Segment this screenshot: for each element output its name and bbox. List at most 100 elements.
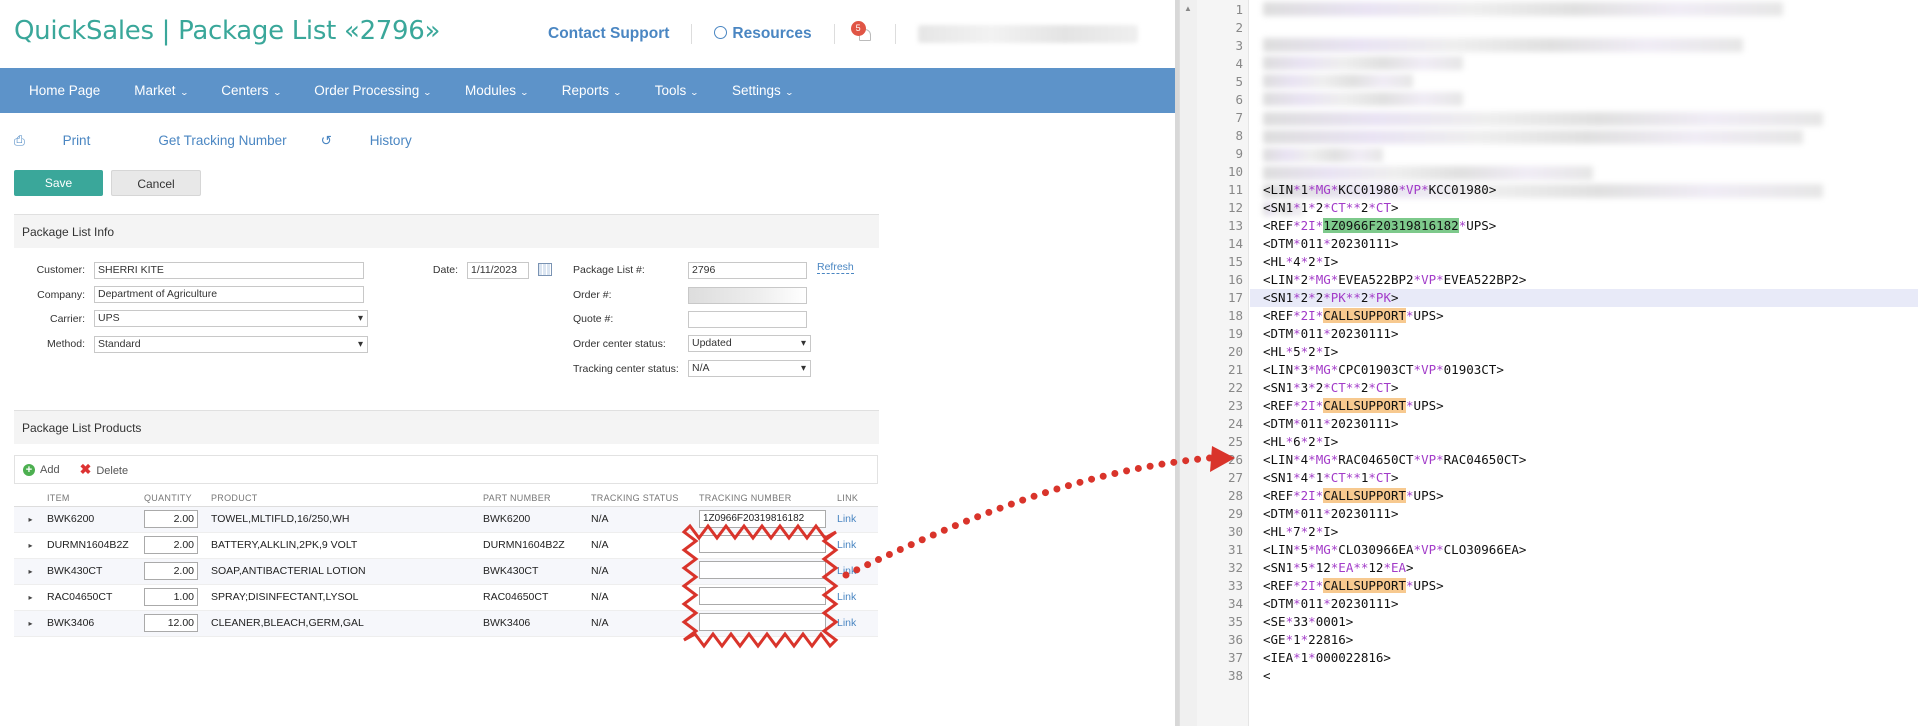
link-cell[interactable]: Link [837,532,878,559]
code-line[interactable]: <REF*2I*1Z0966F20319816182*UPS> [1263,218,1496,233]
code-line[interactable]: <HL*6*2*I> [1263,434,1338,449]
code-line[interactable]: <HL*4*2*I> [1263,254,1338,269]
nav-tools[interactable]: Tools ⌄ [655,83,700,98]
code-line[interactable]: <DTM*011*20230111> [1263,506,1398,521]
expand-arrow-icon[interactable]: ▸ [14,610,47,637]
quantity-input[interactable]: 2.00 [144,510,198,528]
chevron-down-icon: ⌄ [272,88,282,97]
nav-home[interactable]: Home Page [29,83,100,98]
resources-link[interactable]: Resources [714,25,812,43]
customer-field[interactable]: SHERRI KITE [94,262,364,279]
cancel-button[interactable]: Cancel [111,170,201,196]
code-line[interactable]: <DTM*011*20230111> [1263,236,1398,251]
print-link[interactable]: ⎙ Print [14,133,124,149]
code-line[interactable]: <DTM*011*20230111> [1263,416,1398,431]
order-center-select[interactable]: Updated [688,335,811,352]
save-button[interactable]: Save [14,170,103,196]
code-line[interactable]: <LIN*2*MG*EVEA522BP2*VP*EVEA522BP2> [1263,272,1526,287]
tracking-input[interactable] [699,612,826,631]
tracking-input[interactable] [699,586,826,605]
nav-modules[interactable]: Modules ⌄ [465,83,529,98]
refresh-link[interactable]: Refresh [817,261,854,274]
nav-settings[interactable]: Settings ⌄ [732,83,794,98]
editor-scrollbar[interactable]: ▲ [1179,0,1197,726]
code-line[interactable]: <REF*2I*CALLSUPPORT*UPS> [1263,308,1444,323]
code-line[interactable]: <IEA*1*000022816> [1263,650,1391,665]
code-line[interactable]: <LIN*3*MG*CPC01903CT*VP*01903CT> [1263,362,1504,377]
method-select[interactable]: Standard [94,336,368,353]
get-tracking-link[interactable]: Get Tracking Number [158,133,286,149]
edi-token: 33 [1293,614,1309,629]
edi-token: 20230111> [1330,506,1399,521]
code-line[interactable]: <SN1*3*2*CT**2*CT> [1263,380,1399,395]
code-line[interactable]: <HL*5*2*I> [1263,344,1338,359]
line-number: 37 [1227,650,1243,665]
line-number: 8 [1235,128,1243,143]
history-link[interactable]: ↺ History [321,133,446,149]
delete-button[interactable]: ✖ Delete [60,461,129,478]
link-cell[interactable]: Link [837,506,878,533]
link-cell[interactable]: Link [837,610,878,637]
tracking-input[interactable]: 1Z0966F20319816182 [699,510,826,528]
date-field[interactable]: 1/11/2023 [467,262,529,279]
line-number: 34 [1227,596,1243,611]
line-number: 12 [1227,200,1243,215]
header-links: Contact Support Resources 5 [548,21,1138,44]
contact-support-link[interactable]: Contact Support [548,25,669,43]
notifications-button[interactable]: 5 [850,21,873,43]
calendar-icon[interactable] [538,263,552,276]
code-line[interactable]: <REF*2I*CALLSUPPORT*UPS> [1263,578,1444,593]
col-part-number: PART NUMBER [483,490,591,507]
code-line[interactable]: <LIN*5*MG*CLO30966EA*VP*CLO30966EA> [1263,542,1526,557]
link-cell[interactable]: Link [837,584,878,611]
code-line[interactable]: <HL*7*2*I> [1263,524,1338,539]
expand-arrow-icon[interactable]: ▸ [14,506,47,533]
line-number: 23 [1227,398,1243,413]
code-line[interactable]: <REF*2I*CALLSUPPORT*UPS> [1263,398,1444,413]
order-center-label: Order center status: [573,338,666,350]
code-line[interactable]: <LIN*1*MG*KCC01980*VP*KCC01980> [1263,182,1496,197]
tracking-center-select[interactable]: N/A [688,360,811,377]
add-button[interactable]: + Add [23,463,60,476]
code-line[interactable]: <LIN*4*MG*RAC04650CT*VP*RAC04650CT> [1263,452,1526,467]
code-line[interactable]: <GE*1*22816> [1263,632,1353,647]
expand-arrow-icon[interactable]: ▸ [14,584,47,611]
code-line[interactable]: <SN1*2*2*PK**2*PK> [1263,290,1399,305]
code-line[interactable]: < [1263,668,1271,683]
code-line[interactable]: <SN1*4*1*CT**1*CT> [1263,470,1399,485]
edi-editor-panel: 1 2 3 4 5 6 7 8 9 10 11 12 13 14 15 16 17 18 19 20 21 22 23 24 2… [1197,0,1918,726]
quantity-input[interactable]: 1.00 [144,588,198,606]
user-menu-redacted[interactable] [917,25,1138,43]
nav-order-processing[interactable]: Order Processing ⌄ [314,83,432,98]
tracking-input[interactable] [699,560,826,579]
edi-separator: *2I* [1293,218,1324,233]
main-nav: Home Page Market ⌄ Centers ⌄ Order Process… [0,68,1175,113]
package-list-field[interactable]: 2796 [688,262,807,279]
order-field[interactable] [688,287,807,304]
code-line[interactable]: <SE*33*0001> [1263,614,1353,629]
action-links: ⎙ Print Get Tracking Number ↺ History [14,133,480,149]
tracking-input[interactable] [699,534,826,553]
expand-arrow-icon[interactable]: ▸ [14,558,47,585]
quote-field[interactable] [688,311,807,328]
expand-arrow-icon[interactable]: ▸ [14,532,47,559]
code-line[interactable]: <DTM*011*20230111> [1263,596,1398,611]
nav-market[interactable]: Market ⌄ [134,83,188,98]
edi-token: <SN1 [1263,470,1294,485]
part-cell: BWK6200 [483,506,591,533]
code-line[interactable]: <SN1*1*2*CT**2*CT> [1263,200,1399,215]
quantity-input[interactable]: 2.00 [144,562,198,580]
link-cell[interactable]: Link [837,558,878,585]
nav-centers[interactable]: Centers ⌄ [221,83,282,98]
code-line[interactable]: <SN1*5*12*EA**12*EA> [1263,560,1414,575]
nav-reports[interactable]: Reports ⌄ [562,83,622,98]
carrier-select[interactable]: UPS [94,310,368,327]
code-line[interactable]: <DTM*011*20230111> [1263,326,1398,341]
code-line[interactable]: <REF*2I*CALLSUPPORT*UPS> [1263,488,1444,503]
quantity-cell: 2.00 [144,558,211,585]
quantity-input[interactable]: 12.00 [144,614,198,632]
company-field[interactable]: Department of Agriculture [94,286,364,303]
quantity-input[interactable]: 2.00 [144,536,198,554]
chevron-down-icon: ⌄ [784,88,794,97]
edi-separator: * [1293,200,1301,215]
